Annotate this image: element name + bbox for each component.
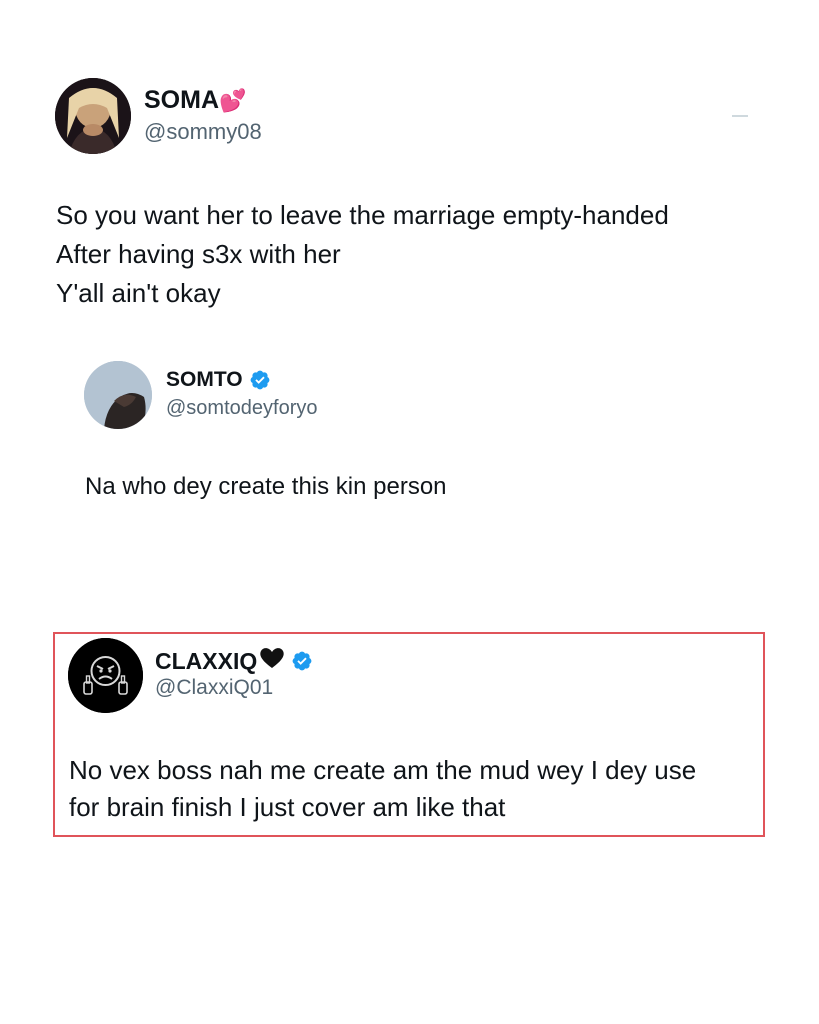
angry-face-middle-finger-icon bbox=[68, 638, 143, 713]
tweet-1-body: So you want her to leave the marriage em… bbox=[56, 196, 669, 313]
tweet-2-body: Na who dey create this kin person bbox=[85, 470, 447, 504]
display-name-text: SOMA bbox=[144, 86, 219, 114]
verified-badge-icon bbox=[250, 370, 270, 390]
heart-emoji-icon: 💕 bbox=[219, 87, 247, 113]
tweet-1-line: Y'all ain't okay bbox=[56, 278, 221, 308]
tweet-2-line: Na who dey create this kin person bbox=[85, 473, 447, 500]
tweet-3-line: No vex boss nah me create am the mud wey… bbox=[69, 755, 697, 785]
tweet-3-body: No vex boss nah me create am the mud wey… bbox=[69, 752, 696, 826]
tweet-2-handle[interactable]: @somtodeyforyo bbox=[166, 397, 317, 420]
avatar-soma[interactable] bbox=[55, 78, 131, 154]
avatar-photo bbox=[55, 78, 131, 154]
avatar-somto[interactable] bbox=[84, 361, 152, 429]
tweet-1-display-name[interactable]: SOMA 💕 bbox=[144, 86, 246, 115]
black-heart-emoji-icon bbox=[259, 646, 285, 676]
tweet-3-handle[interactable]: @ClaxxiQ01 bbox=[155, 676, 273, 700]
tweet-1-line: So you want her to leave the marriage em… bbox=[56, 200, 669, 230]
display-name-text: SOMTO bbox=[166, 368, 243, 391]
tweet-1-handle[interactable]: @sommy08 bbox=[144, 119, 262, 145]
more-options-indicator bbox=[732, 115, 748, 117]
avatar-claxxiq[interactable] bbox=[68, 638, 143, 713]
display-name-text: CLAXXIQ bbox=[155, 647, 258, 674]
tweet-3-line: for brain finish I just cover am like th… bbox=[69, 792, 506, 822]
verified-badge-icon bbox=[292, 651, 312, 671]
black-heart-icon bbox=[260, 648, 284, 668]
avatar-photo bbox=[84, 361, 152, 429]
tweet-1-line: After having s3x with her bbox=[56, 239, 341, 269]
tweet-2-display-name[interactable]: SOMTO bbox=[166, 368, 271, 392]
tweet-3-display-name[interactable]: CLAXXIQ bbox=[155, 646, 313, 676]
